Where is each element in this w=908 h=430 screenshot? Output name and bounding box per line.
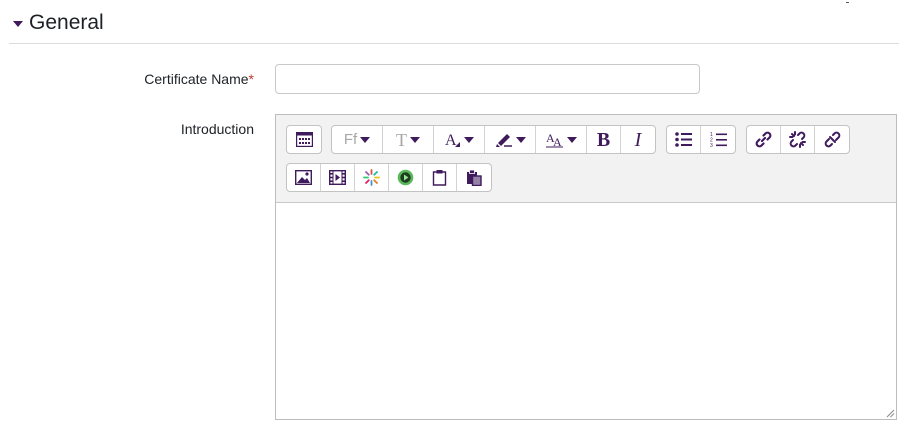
font-color-dropdown[interactable]: A bbox=[434, 126, 485, 153]
unlink-icon bbox=[789, 131, 806, 148]
dropdown-arrow-icon bbox=[360, 136, 371, 143]
resize-handle-icon[interactable] bbox=[886, 409, 895, 418]
dropdown-arrow-icon bbox=[566, 136, 577, 143]
introduction-label: Introduction bbox=[180, 121, 254, 137]
link-button[interactable] bbox=[747, 126, 781, 153]
section-divider bbox=[9, 43, 899, 44]
paste-icon bbox=[466, 169, 482, 186]
ordered-list-button[interactable]: 123 bbox=[701, 126, 735, 153]
paste-button[interactable] bbox=[457, 164, 491, 191]
bold-button[interactable]: B bbox=[587, 126, 621, 153]
introduction-editor: Ff T A A A B I 1 2 3 bbox=[275, 114, 897, 420]
toolbar-toggle-button[interactable] bbox=[287, 126, 321, 153]
manage-files-button[interactable] bbox=[355, 164, 389, 191]
paste-text-button[interactable] bbox=[423, 164, 457, 191]
section-title: General bbox=[29, 11, 104, 34]
font-size-icon: T bbox=[396, 129, 407, 150]
editor-toolbar: Ff T A A A B I 1 2 3 bbox=[276, 115, 896, 203]
certificate-name-label: Certificate Name* bbox=[144, 71, 254, 87]
italic-icon: I bbox=[634, 128, 642, 151]
bold-icon: B bbox=[596, 128, 611, 151]
font-style-dropdown[interactable]: A A bbox=[536, 126, 587, 153]
font-style-icon: A A bbox=[545, 131, 564, 148]
toolbar-group-links bbox=[746, 125, 850, 154]
media-icon bbox=[329, 170, 346, 185]
page-edge-mark bbox=[846, 0, 849, 3]
caret-down-icon bbox=[13, 20, 23, 27]
anchor-link-icon bbox=[824, 131, 841, 148]
italic-button[interactable]: I bbox=[621, 126, 655, 153]
background-color-icon bbox=[495, 131, 513, 148]
unordered-list-button[interactable] bbox=[667, 126, 701, 153]
font-family-dropdown[interactable]: Ff bbox=[332, 126, 383, 153]
svg-text:A: A bbox=[553, 135, 562, 148]
paste-text-icon bbox=[432, 169, 447, 186]
dropdown-arrow-icon bbox=[464, 136, 474, 143]
dropdown-arrow-icon bbox=[515, 136, 526, 143]
dropdown-arrow-icon bbox=[410, 136, 420, 143]
svg-text:3: 3 bbox=[710, 143, 713, 148]
introduction-content-area[interactable] bbox=[276, 204, 896, 419]
font-size-dropdown[interactable]: T bbox=[383, 126, 434, 153]
font-family-icon: Ff bbox=[343, 131, 358, 148]
ordered-list-icon: 123 bbox=[710, 132, 727, 148]
font-color-icon: A bbox=[444, 131, 461, 148]
image-icon bbox=[295, 170, 312, 185]
background-color-dropdown[interactable] bbox=[485, 126, 536, 153]
required-asterisk: * bbox=[248, 71, 254, 87]
toolbar-group-lists: 123 bbox=[666, 125, 736, 154]
general-section-toggle[interactable]: General bbox=[13, 8, 104, 38]
record-video-button[interactable] bbox=[389, 164, 423, 191]
toolbar-group-media bbox=[286, 163, 492, 192]
unlink-button[interactable] bbox=[781, 126, 815, 153]
manage-files-icon bbox=[363, 169, 380, 186]
toolbar-group-collapse bbox=[286, 125, 322, 154]
certificate-name-input[interactable] bbox=[275, 64, 700, 94]
svg-text:A: A bbox=[445, 132, 457, 148]
link-icon bbox=[755, 131, 772, 148]
record-video-icon bbox=[397, 169, 414, 186]
certificate-name-label-text: Certificate Name bbox=[144, 71, 249, 87]
insert-media-button[interactable] bbox=[321, 164, 355, 191]
insert-image-button[interactable] bbox=[287, 164, 321, 191]
toolbar-group-style: Ff T A A A B I bbox=[331, 125, 656, 154]
anchor-link-button[interactable] bbox=[815, 126, 849, 153]
toolbar-toggle-icon bbox=[295, 132, 313, 147]
unordered-list-icon bbox=[675, 132, 692, 147]
